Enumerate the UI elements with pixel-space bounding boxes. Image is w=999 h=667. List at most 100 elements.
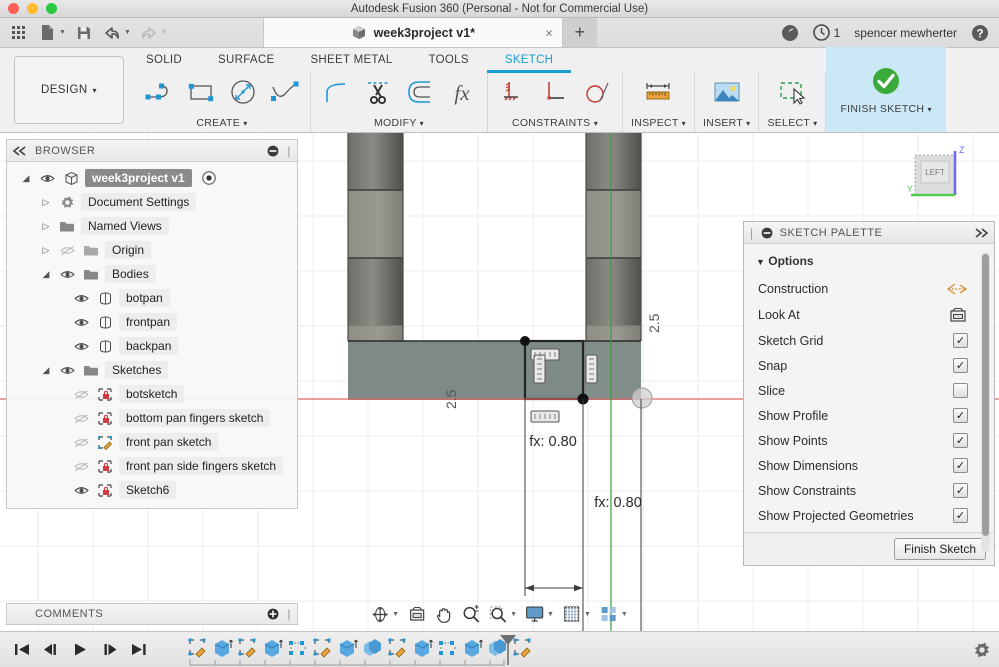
add-comment-icon[interactable]	[267, 608, 279, 620]
palette-scrollbar[interactable]	[981, 252, 990, 552]
panel-insert-caret-icon[interactable]: ▾	[746, 119, 750, 128]
workspace-selector[interactable]: DESIGN ▾	[14, 56, 124, 124]
grid-icon[interactable]	[6, 21, 32, 45]
tab-tools[interactable]: TOOLS	[411, 52, 487, 70]
user-name[interactable]: spencer mewherter	[854, 26, 957, 40]
expand-right-icon[interactable]	[974, 227, 988, 238]
zoom-window-caret-icon[interactable]: ▼	[510, 611, 517, 618]
undo-caret-icon[interactable]: ▼	[124, 29, 131, 36]
visibility-eye-icon[interactable]	[57, 269, 77, 280]
tree-item-backpan[interactable]: backpan	[7, 334, 297, 358]
measure-tool-icon[interactable]	[641, 75, 675, 111]
tree-item-bodies[interactable]: ◢ Bodies	[7, 262, 297, 286]
comments-panel[interactable]: COMMENTS |	[6, 603, 298, 625]
tree-item-botsketch[interactable]: botsketch	[7, 382, 297, 406]
panel-modify-label[interactable]: MODIFY	[374, 117, 416, 129]
snap-checkbox[interactable]: ✓	[953, 358, 968, 373]
new-document-icon[interactable]	[34, 21, 60, 45]
tree-item-botpan[interactable]: botpan	[7, 286, 297, 310]
visibility-hidden-icon[interactable]	[71, 437, 91, 448]
settings-gear-icon[interactable]	[973, 641, 991, 659]
spline-tool-icon[interactable]	[268, 75, 302, 111]
show-constraints-checkbox[interactable]: ✓	[953, 483, 968, 498]
tree-item-bottom-pan-fingers-sketch[interactable]: bottom pan fingers sketch	[7, 406, 297, 430]
options-caret-icon[interactable]: ▼	[756, 257, 765, 267]
expand-arrow-icon[interactable]: ▷	[39, 245, 53, 256]
grid-settings-caret-icon[interactable]: ▼	[584, 611, 591, 618]
tree-item-front-pan-side-fingers-sketch[interactable]: front pan side fingers sketch	[7, 454, 297, 478]
comments-resize-grip[interactable]: |	[287, 607, 291, 621]
panel-select-caret-icon[interactable]: ▾	[813, 119, 817, 128]
fix-constraint-icon[interactable]	[496, 75, 530, 111]
visibility-eye-icon[interactable]	[37, 173, 57, 184]
sketch-canvas[interactable]: 2.5 2.5 fx: 0.80 fx: 0.80 LEFT Z Y d40 :…	[0, 133, 999, 631]
rectangle-tool-icon[interactable]	[184, 75, 218, 111]
viewports-caret-icon[interactable]: ▼	[621, 611, 628, 618]
show-points-checkbox[interactable]: ✓	[953, 433, 968, 448]
tangent-constraint-icon[interactable]	[580, 75, 614, 111]
palette-resize-grip[interactable]: |	[750, 226, 754, 240]
step-forward-icon[interactable]	[101, 642, 118, 657]
panel-create-label[interactable]: CREATE	[196, 117, 240, 129]
panel-inspect-caret-icon[interactable]: ▾	[682, 119, 686, 128]
step-back-icon[interactable]	[43, 642, 60, 657]
tree-item-named-views[interactable]: ▷ Named Views	[7, 214, 297, 238]
minus-circle-icon[interactable]	[267, 145, 279, 157]
grid-settings-icon[interactable]	[560, 603, 584, 625]
display-settings-caret-icon[interactable]: ▼	[547, 611, 554, 618]
trim-tool-icon[interactable]	[361, 75, 395, 111]
save-icon[interactable]	[71, 21, 97, 45]
collapse-left-icon[interactable]	[13, 145, 27, 156]
palette-row-show-dimensions[interactable]: Show Dimensions ✓	[744, 453, 994, 478]
tab-sketch[interactable]: SKETCH	[486, 52, 572, 73]
insert-image-icon[interactable]	[710, 75, 744, 111]
panel-constraints-label[interactable]: CONSTRAINTS	[512, 117, 591, 129]
expand-arrow-icon[interactable]: ▷	[39, 197, 53, 208]
tab-surface[interactable]: SURFACE	[200, 52, 292, 70]
tree-item-origin[interactable]: ▷ Origin	[7, 238, 297, 262]
panel-create-caret-icon[interactable]: ▾	[243, 119, 247, 128]
component-radio-icon[interactable]	[201, 171, 216, 185]
zoom-icon[interactable]	[459, 603, 483, 625]
help-icon[interactable]: ?	[971, 24, 989, 42]
look-at-icon[interactable]	[405, 603, 429, 625]
orbit-icon[interactable]	[368, 603, 392, 625]
show-projected-geometries-checkbox[interactable]: ✓	[953, 508, 968, 523]
slice-checkbox[interactable]	[953, 383, 968, 398]
palette-row-show-profile[interactable]: Show Profile ✓	[744, 403, 994, 428]
palette-row-show-projected-geometries[interactable]: Show Projected Geometries ✓	[744, 503, 994, 528]
viewports-icon[interactable]	[597, 603, 621, 625]
browser-resize-grip[interactable]: |	[287, 144, 291, 158]
select-tool-icon[interactable]	[775, 75, 809, 111]
new-document-caret-icon[interactable]: ▼	[59, 29, 66, 36]
palette-row-show-points[interactable]: Show Points ✓	[744, 428, 994, 453]
circle-tool-icon[interactable]	[226, 75, 260, 111]
palette-options-section[interactable]: ▼ Options	[744, 250, 994, 276]
job-status[interactable]: 1	[812, 24, 840, 41]
undo-icon[interactable]	[99, 21, 125, 45]
visibility-hidden-icon[interactable]	[57, 245, 77, 256]
go-to-beginning-icon[interactable]	[14, 642, 31, 657]
display-settings-icon[interactable]	[523, 603, 547, 625]
palette-row-construction[interactable]: Construction	[744, 276, 994, 302]
visibility-eye-icon[interactable]	[71, 485, 91, 496]
expand-arrow-icon[interactable]: ◢	[39, 269, 53, 280]
panel-select-label[interactable]: SELECT	[767, 117, 809, 129]
offset-tool-icon[interactable]	[403, 75, 437, 111]
finish-sketch-caret-icon[interactable]: ▾	[928, 105, 932, 114]
visibility-hidden-icon[interactable]	[71, 389, 91, 400]
expand-arrow-icon[interactable]: ◢	[19, 173, 33, 184]
sketch-grid-checkbox[interactable]: ✓	[953, 333, 968, 348]
minus-circle-icon[interactable]	[761, 227, 773, 239]
panel-modify-caret-icon[interactable]: ▾	[420, 119, 424, 128]
go-to-end-icon[interactable]	[130, 642, 147, 657]
perpendicular-constraint-icon[interactable]	[538, 75, 572, 111]
finish-sketch-palette-button[interactable]: Finish Sketch	[893, 538, 986, 560]
palette-row-show-constraints[interactable]: Show Constraints ✓	[744, 478, 994, 503]
construction-icon[interactable]	[946, 281, 968, 297]
zoom-window-icon[interactable]	[486, 603, 510, 625]
tab-solid[interactable]: SOLID	[128, 52, 200, 70]
show-profile-checkbox[interactable]: ✓	[953, 408, 968, 423]
look-at-icon[interactable]	[948, 307, 968, 323]
palette-row-look-at[interactable]: Look At	[744, 302, 994, 328]
